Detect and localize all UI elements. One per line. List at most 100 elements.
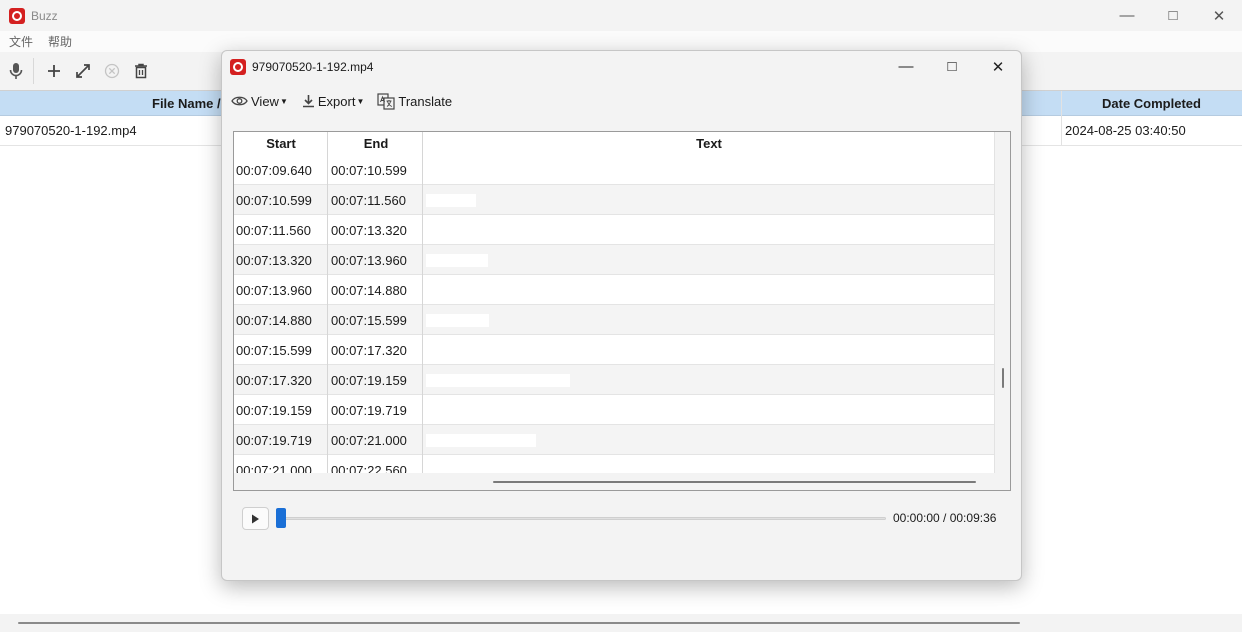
start-cell: 00:07:15.599: [236, 343, 312, 358]
plus-icon: [48, 65, 60, 77]
trash-icon: [135, 63, 147, 79]
view-menu-button[interactable]: View ▼: [231, 94, 288, 109]
table-row[interactable]: 00:07:13.320 00:07:13.960: [234, 245, 994, 275]
segments-table-body: 00:07:09.640 00:07:10.599 00:07:10.599 0…: [234, 155, 994, 473]
play-icon: [252, 514, 259, 523]
date-completed-cell: 2024-08-25 03:40:50: [1065, 123, 1186, 138]
file-name-cell: 979070520-1-192.mp4: [5, 123, 137, 138]
table-row[interactable]: 00:07:11.560 00:07:13.320: [234, 215, 994, 245]
translate-label: Translate: [398, 93, 453, 109]
export-label: Export: [317, 93, 356, 109]
translate-button[interactable]: Translate: [377, 92, 453, 110]
download-icon: [302, 95, 314, 108]
seek-slider[interactable]: [280, 517, 886, 520]
playback-time: 00:00:00 / 00:09:36: [893, 511, 997, 525]
menu-bar: 文件 帮助: [0, 31, 1242, 52]
cancel-button[interactable]: [99, 58, 125, 84]
transcript-viewer-dialog: 979070520-1-192.mp4 — □ ✕ View ▼ Export ▼ …: [221, 50, 1022, 581]
dialog-toolbar: View ▼ Export ▼ Translate: [222, 86, 1021, 116]
table-row[interactable]: 00:07:21.000 00:07:22.560: [234, 455, 994, 473]
cancel-icon: [104, 63, 120, 79]
minimize-button[interactable]: —: [1104, 0, 1150, 31]
table-row[interactable]: 00:07:13.960 00:07:14.880: [234, 275, 994, 305]
view-label: View: [251, 93, 279, 109]
start-cell: 00:07:17.320: [236, 373, 312, 388]
redacted-text: [426, 254, 488, 267]
scrollbar-thumb[interactable]: [1002, 368, 1004, 388]
column-date-completed[interactable]: Date Completed: [1102, 96, 1201, 111]
scrollbar-thumb[interactable]: [18, 622, 1020, 624]
record-button[interactable]: [3, 58, 29, 84]
segments-table: Start End Text 00:07:09.640 00:07:10.599…: [233, 131, 1011, 491]
table-row[interactable]: 00:07:15.599 00:07:17.320: [234, 335, 994, 365]
end-cell: 00:07:22.560: [331, 463, 407, 473]
export-menu-button[interactable]: Export ▼: [302, 93, 365, 109]
segments-table-header: Start End Text: [234, 132, 994, 155]
dialog-title-bar: 979070520-1-192.mp4 — □ ✕: [222, 51, 1021, 82]
redacted-text: [426, 374, 570, 387]
eye-icon: [231, 96, 248, 106]
scrollbar-thumb[interactable]: [493, 481, 976, 483]
column-divider: [422, 132, 423, 155]
end-cell: 00:07:19.719: [331, 403, 407, 418]
horizontal-scrollbar[interactable]: [0, 614, 1242, 632]
table-row[interactable]: 00:07:14.880 00:07:15.599: [234, 305, 994, 335]
open-transcript-button[interactable]: [70, 58, 96, 84]
end-cell: 00:07:13.960: [331, 253, 407, 268]
end-cell: 00:07:15.599: [331, 313, 407, 328]
column-divider: [327, 132, 328, 155]
start-cell: 00:07:21.000: [236, 463, 312, 473]
add-file-button[interactable]: [41, 58, 67, 84]
redacted-text: [426, 314, 489, 327]
menu-file[interactable]: 文件: [9, 33, 33, 50]
table-row[interactable]: 00:07:09.640 00:07:10.599: [234, 155, 994, 185]
dialog-maximize-button[interactable]: □: [929, 51, 975, 82]
end-cell: 00:07:13.320: [331, 223, 407, 238]
column-start[interactable]: Start: [234, 136, 328, 151]
maximize-button[interactable]: □: [1150, 0, 1196, 31]
buzz-logo-icon: [9, 7, 25, 24]
column-text[interactable]: Text: [424, 136, 994, 151]
column-end[interactable]: End: [328, 136, 424, 151]
menu-help[interactable]: 帮助: [48, 33, 72, 50]
dialog-minimize-button[interactable]: —: [883, 51, 929, 82]
table-row[interactable]: 00:07:10.599 00:07:11.560: [234, 185, 994, 215]
buzz-logo-icon: [230, 58, 246, 75]
start-cell: 00:07:19.719: [236, 433, 312, 448]
end-cell: 00:07:17.320: [331, 343, 407, 358]
close-button[interactable]: ✕: [1196, 0, 1242, 31]
horizontal-scrollbar[interactable]: [234, 473, 1010, 490]
end-cell: 00:07:19.159: [331, 373, 407, 388]
chevron-down-icon: ▼: [356, 96, 365, 106]
start-cell: 00:07:13.960: [236, 283, 312, 298]
delete-button[interactable]: [128, 58, 154, 84]
end-cell: 00:07:10.599: [331, 163, 407, 178]
start-cell: 00:07:13.320: [236, 253, 312, 268]
redacted-text: [426, 194, 476, 207]
start-cell: 00:07:19.159: [236, 403, 312, 418]
start-cell: 00:07:11.560: [236, 223, 311, 238]
chevron-down-icon: ▼: [279, 96, 288, 106]
table-row[interactable]: 00:07:19.719 00:07:21.000: [234, 425, 994, 455]
microphone-icon: [9, 63, 23, 79]
table-row[interactable]: 00:07:17.320 00:07:19.159: [234, 365, 994, 395]
start-cell: 00:07:10.599: [236, 193, 312, 208]
main-title-bar: Buzz — □ ✕: [0, 0, 1242, 31]
end-cell: 00:07:11.560: [331, 193, 406, 208]
translate-icon: [377, 92, 395, 110]
media-player: 00:00:00 / 00:09:36: [222, 503, 1021, 543]
expand-icon: [76, 64, 90, 78]
dialog-close-button[interactable]: ✕: [975, 51, 1021, 82]
start-cell: 00:07:09.640: [236, 163, 312, 178]
table-row[interactable]: 00:07:19.159 00:07:19.719: [234, 395, 994, 425]
end-cell: 00:07:14.880: [331, 283, 407, 298]
vertical-scrollbar[interactable]: [994, 132, 1010, 473]
toolbar-separator: [33, 58, 34, 84]
seek-slider-handle[interactable]: [276, 508, 286, 528]
column-divider: [422, 155, 423, 473]
main-window-title: Buzz: [31, 8, 58, 23]
play-button[interactable]: [242, 507, 269, 530]
dialog-title: 979070520-1-192.mp4: [252, 59, 374, 74]
end-cell: 00:07:21.000: [331, 433, 407, 448]
column-divider: [327, 155, 328, 473]
